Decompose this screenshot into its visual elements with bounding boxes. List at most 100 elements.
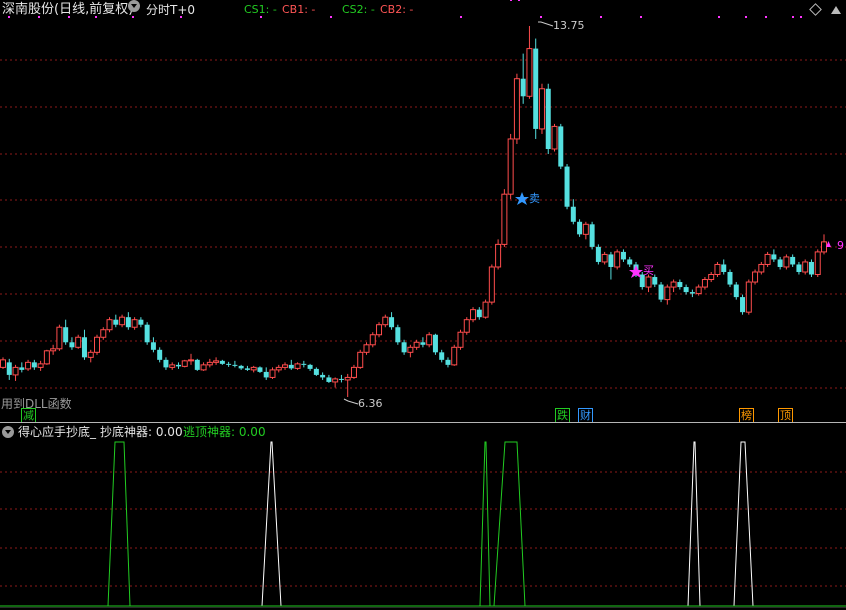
candle-body: [37, 363, 44, 368]
candle-body: [213, 360, 220, 363]
candle-body: [169, 364, 176, 368]
candle-body: [25, 361, 32, 370]
bottom-border: [0, 607, 846, 608]
candle-body: [589, 224, 595, 247]
candle-body: [752, 271, 759, 283]
candle-body: [332, 378, 339, 383]
candle-body: [790, 256, 796, 265]
candle-body: [740, 297, 746, 313]
candle-body: [758, 263, 765, 273]
indicator-signal-line: [733, 441, 754, 607]
indicator-signal-line: [687, 441, 701, 607]
candle-body: [232, 364, 238, 366]
candle-body: [771, 254, 777, 260]
candle-body: [802, 261, 809, 273]
candle-body: [344, 376, 351, 381]
candle-body: [376, 324, 383, 336]
candle-body: [501, 193, 508, 245]
candle-body: [100, 329, 107, 338]
candle-body: [275, 366, 282, 371]
candle-body: [783, 256, 790, 268]
candle-body: [463, 319, 470, 333]
marker-dot: [260, 16, 262, 18]
candle-body: [526, 48, 533, 97]
candle-body: [814, 251, 821, 276]
marker-dot: [518, 0, 520, 1]
candle-body: [382, 316, 389, 326]
candle-body: [545, 88, 551, 149]
candle-body: [482, 301, 489, 318]
low-arrow-icon: [343, 398, 359, 405]
marker-dot: [180, 16, 182, 18]
sell-marker: 卖: [529, 192, 540, 205]
candle-body: [138, 319, 144, 325]
candle-body: [150, 342, 156, 350]
candle-body: [338, 378, 344, 380]
candle-body: [582, 223, 589, 235]
indicator-grid: [0, 471, 846, 587]
candle-body: [63, 327, 69, 343]
candle-body: [69, 342, 75, 348]
candle-body: [395, 327, 401, 343]
candle-body: [6, 362, 12, 375]
indicator-title[interactable]: 得心应手抄底_: [18, 424, 96, 440]
low-price-label: 6.36: [358, 397, 383, 410]
marker-dot: [640, 16, 642, 18]
candle-body: [250, 366, 257, 371]
candle-body: [727, 271, 733, 285]
candle-body: [721, 264, 727, 272]
candle-body: [714, 263, 721, 276]
candle-body: [282, 364, 289, 368]
candle-body: [470, 309, 477, 321]
candle-body: [401, 342, 407, 353]
buy-marker: 买: [643, 264, 654, 277]
candle-body: [476, 309, 482, 318]
candle-body: [407, 346, 414, 353]
candlestick-chart[interactable]: [0, 0, 846, 424]
candle-body: [451, 346, 458, 366]
panel-divider[interactable]: [0, 422, 846, 423]
candle-body: [658, 284, 664, 300]
dll-notice: 用到DLL函数: [1, 397, 72, 411]
indicator-dropdown-icon[interactable]: [2, 426, 14, 438]
candle-body: [614, 251, 621, 268]
indicator-signal-line: [261, 441, 282, 607]
candle-body: [558, 126, 564, 167]
candle-body: [194, 359, 200, 370]
candle-body: [652, 277, 658, 285]
candle-body: [19, 367, 25, 370]
marker-dot: [68, 16, 70, 18]
candle-body: [495, 243, 502, 268]
candle-body: [445, 359, 451, 365]
candle-body: [488, 266, 495, 303]
right-edge-label: 9: [837, 239, 844, 252]
candle-body: [513, 78, 520, 140]
candle-body: [577, 221, 583, 235]
candle-body: [520, 78, 526, 97]
candle-body: [733, 284, 739, 298]
candle-body: [320, 374, 326, 378]
candle-body: [677, 282, 683, 288]
candle-body: [564, 166, 570, 207]
candle-body: [432, 334, 438, 353]
indicator-signal-line: [107, 441, 131, 607]
marker-dot: [95, 16, 97, 18]
candle-body: [294, 363, 301, 369]
signal-label: 财: [578, 408, 593, 423]
candle-body: [764, 253, 771, 265]
candle-body: [144, 324, 150, 343]
candle-body: [238, 365, 244, 369]
candle-body: [708, 274, 715, 281]
candle-body: [695, 286, 702, 295]
candle-body: [670, 281, 677, 288]
candle-body: [601, 253, 608, 263]
signal-label: 榜: [739, 408, 754, 423]
candle-body: [263, 371, 269, 378]
candle-body: [125, 317, 131, 328]
candle-body: [620, 251, 626, 260]
marker-dot: [792, 16, 794, 18]
marker-dot: [745, 16, 747, 18]
candle-body: [157, 349, 163, 360]
candle-body: [627, 259, 633, 265]
candle-body: [313, 368, 319, 375]
